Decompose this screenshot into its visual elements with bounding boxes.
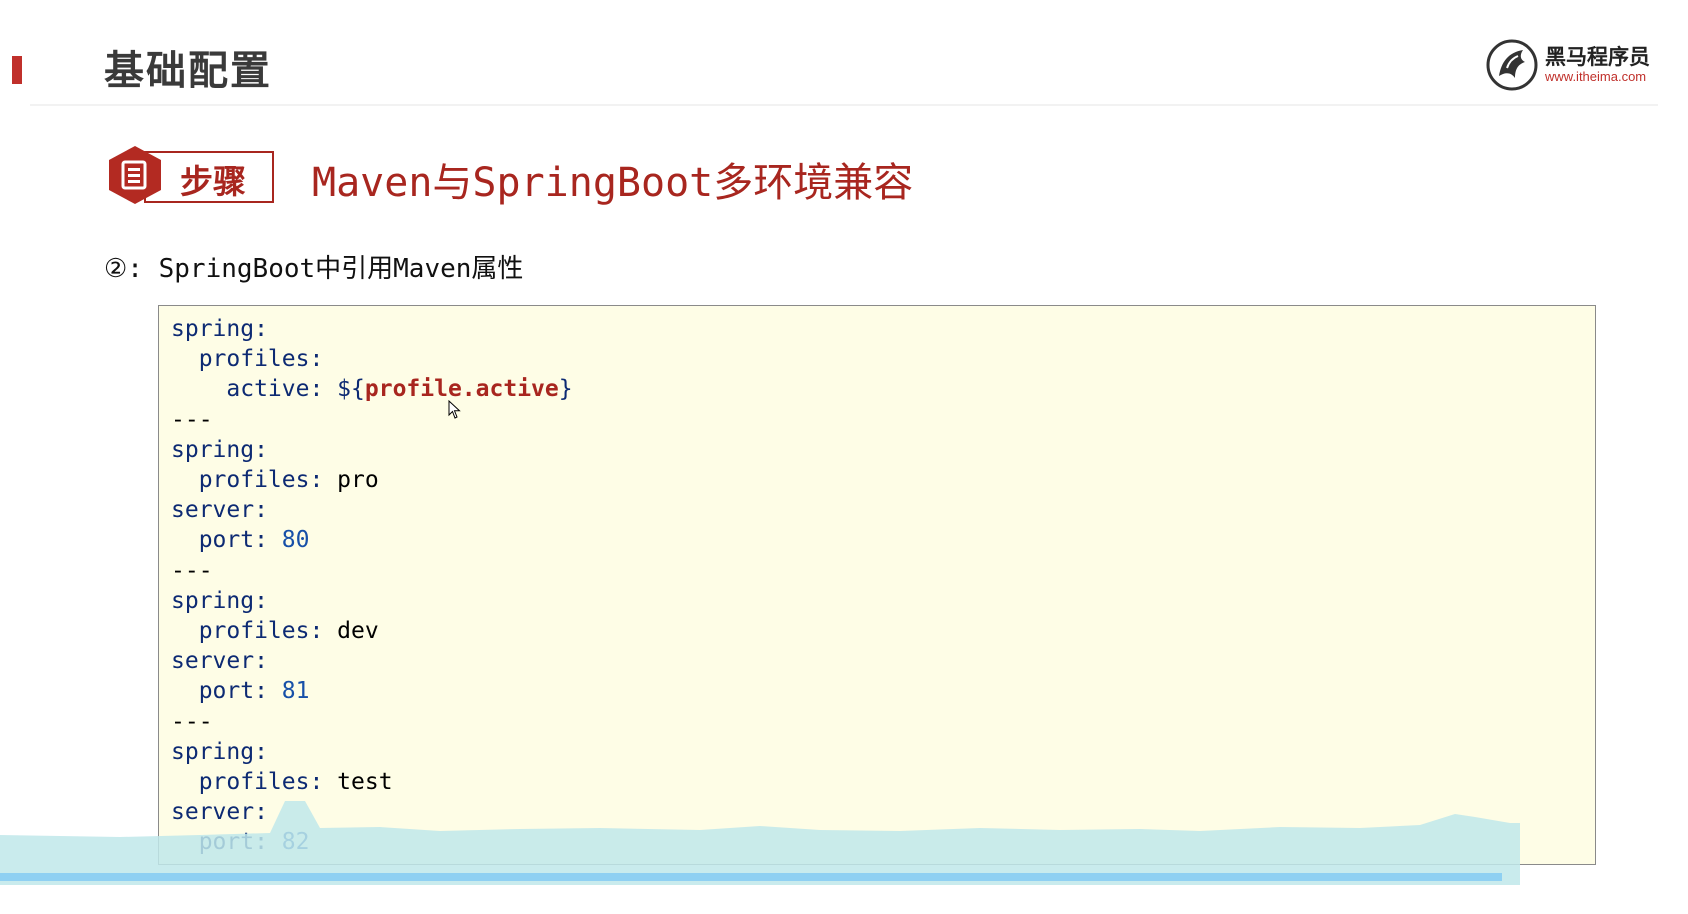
step-label: 步骤 xyxy=(180,162,246,201)
document-icon xyxy=(109,146,161,204)
maven-property: profile.active xyxy=(364,376,559,403)
title-accent-bar xyxy=(12,56,22,84)
code-line: --- xyxy=(171,557,213,584)
mouse-cursor-icon xyxy=(448,400,461,419)
code-line: spring: xyxy=(171,587,268,614)
step-badge: 步骤 xyxy=(104,144,274,206)
code-line: profiles: test xyxy=(171,769,393,796)
code-line: --- xyxy=(171,406,213,433)
video-progress-bar[interactable] xyxy=(0,873,1502,881)
code-line: spring: xyxy=(171,738,268,765)
code-line: server: xyxy=(171,648,268,675)
brand-logo: 黑马程序员 www.itheima.com xyxy=(1485,38,1650,92)
code-line: profiles: xyxy=(171,346,324,373)
code-line-active: active: ${profile.active} xyxy=(171,376,573,403)
code-line: --- xyxy=(171,708,213,735)
page-title: 基础配置 xyxy=(104,48,272,94)
logo-horse-icon xyxy=(1486,39,1538,91)
logo-text: 黑马程序员 www.itheima.com xyxy=(1545,45,1650,85)
code-line: spring: xyxy=(171,436,268,463)
logo-url: www.itheima.com xyxy=(1545,69,1647,84)
code-content: spring: profiles: active: ${profile.acti… xyxy=(171,314,573,858)
audio-waveform xyxy=(0,801,1520,885)
step-title: Maven与SpringBoot多环境兼容 xyxy=(312,160,914,206)
section-subtitle: ②: SpringBoot中引用Maven属性 xyxy=(104,254,524,284)
code-block: spring: profiles: active: ${profile.acti… xyxy=(158,305,1596,865)
code-line: server: xyxy=(171,497,268,524)
logo-name: 黑马程序员 xyxy=(1545,45,1650,69)
code-line: profiles: dev xyxy=(171,618,379,645)
code-line: spring: xyxy=(171,316,268,342)
code-line: profiles: pro xyxy=(171,467,379,494)
header-divider xyxy=(30,104,1658,106)
code-line: port: 81 xyxy=(171,678,310,705)
code-line: port: 80 xyxy=(171,527,310,554)
